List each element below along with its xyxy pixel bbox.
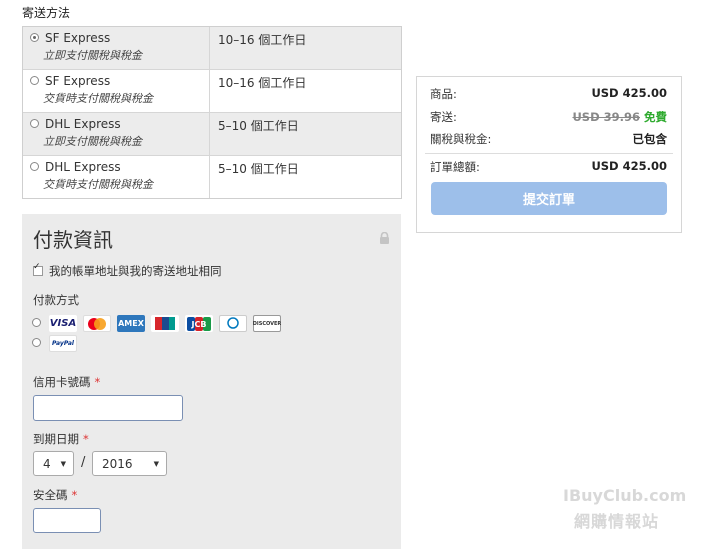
shipping-cost-label: 寄送:	[430, 110, 457, 124]
card-number-label: 信用卡號碼 *	[33, 375, 101, 389]
delivery-days: 10–16 個工作日	[218, 76, 307, 90]
expiry-separator: /	[81, 455, 86, 470]
goods-value: USD 425.00	[591, 86, 667, 100]
cvv-input[interactable]	[33, 508, 101, 533]
carrier-note: 立即支付關稅與稅金	[43, 49, 142, 62]
shipping-free-badge: 免費	[644, 110, 667, 124]
shipping-option[interactable]: DHL Express 立即支付關稅與稅金 5–10 個工作日	[23, 112, 401, 155]
carrier-name: SF Express	[45, 74, 111, 88]
goods-label: 商品:	[430, 87, 457, 101]
shipping-radio[interactable]	[30, 119, 39, 128]
paypal-radio[interactable]	[32, 338, 41, 347]
amex-icon: AMEX	[117, 315, 145, 332]
total-label: 訂單總額:	[430, 160, 480, 174]
shipping-options-table: SF Express 立即支付關稅與稅金 10–16 個工作日 SF Expre…	[22, 26, 402, 199]
watermark-line2: 網購情報站	[574, 512, 660, 531]
carrier-note: 交貨時支付關稅與稅金	[43, 92, 153, 105]
carrier-name: SF Express	[45, 31, 111, 45]
expiry-month-select[interactable]: 4 ▼	[33, 451, 74, 476]
diners-club-icon	[219, 315, 247, 332]
carrier-name: DHL Express	[45, 117, 121, 131]
same-address-row[interactable]: 我的帳單地址與我的寄送地址相同	[33, 262, 222, 279]
paypal-payment-option[interactable]: PayPal	[32, 335, 83, 352]
lock-icon	[379, 231, 390, 247]
shipping-original-price: USD 39.96	[572, 110, 640, 124]
watermark-line1: IBuyClub.com	[563, 486, 687, 505]
payment-method-label: 付款方式	[33, 293, 79, 307]
jcb-icon: JCB	[185, 315, 213, 332]
card-radio[interactable]	[32, 318, 41, 327]
tax-label: 關稅與稅金:	[430, 132, 492, 146]
delivery-days: 5–10 個工作日	[218, 119, 299, 133]
cvv-label: 安全碼 *	[33, 488, 78, 502]
jcb-text: JCB	[191, 320, 207, 329]
payment-panel: 付款資訊 我的帳單地址與我的寄送地址相同 付款方式 VISA AMEX JCB	[22, 214, 401, 549]
shipping-radio[interactable]	[30, 33, 39, 42]
unionpay-icon	[151, 315, 179, 332]
card-payment-option[interactable]: VISA AMEX JCB DISCOVER	[32, 315, 287, 332]
order-summary: 商品: USD 425.00 寄送: USD 39.96 免費 關稅與稅金: 已包…	[416, 76, 682, 233]
mastercard-icon	[83, 315, 111, 332]
carrier-name: DHL Express	[45, 160, 121, 174]
same-address-label: 我的帳單地址與我的寄送地址相同	[49, 264, 222, 278]
shipping-method-title: 寄送方法	[22, 6, 71, 20]
visa-icon: VISA	[49, 315, 77, 332]
payment-title: 付款資訊	[33, 228, 113, 252]
card-number-input[interactable]	[33, 395, 183, 421]
delivery-days: 10–16 個工作日	[218, 33, 307, 47]
carrier-note: 交貨時支付關稅與稅金	[43, 178, 153, 191]
expiry-year-select[interactable]: 2016 ▼	[92, 451, 167, 476]
shipping-radio[interactable]	[30, 76, 39, 85]
paypal-icon: PayPal	[49, 335, 77, 352]
summary-divider	[425, 153, 673, 154]
shipping-option[interactable]: SF Express 立即支付關稅與稅金 10–16 個工作日	[23, 27, 401, 69]
delivery-days: 5–10 個工作日	[218, 162, 299, 176]
tax-value: 已包含	[632, 132, 668, 146]
shipping-radio[interactable]	[30, 162, 39, 171]
carrier-note: 立即支付關稅與稅金	[43, 135, 142, 148]
discover-icon: DISCOVER	[253, 315, 281, 332]
expiry-label: 到期日期 *	[33, 432, 89, 446]
shipping-option[interactable]: DHL Express 交貨時支付關稅與稅金 5–10 個工作日	[23, 155, 401, 198]
total-value: USD 425.00	[591, 159, 667, 173]
shipping-option[interactable]: SF Express 交貨時支付關稅與稅金 10–16 個工作日	[23, 69, 401, 112]
submit-order-button[interactable]: 提交訂單	[431, 182, 667, 215]
same-address-checkbox[interactable]	[33, 262, 43, 276]
